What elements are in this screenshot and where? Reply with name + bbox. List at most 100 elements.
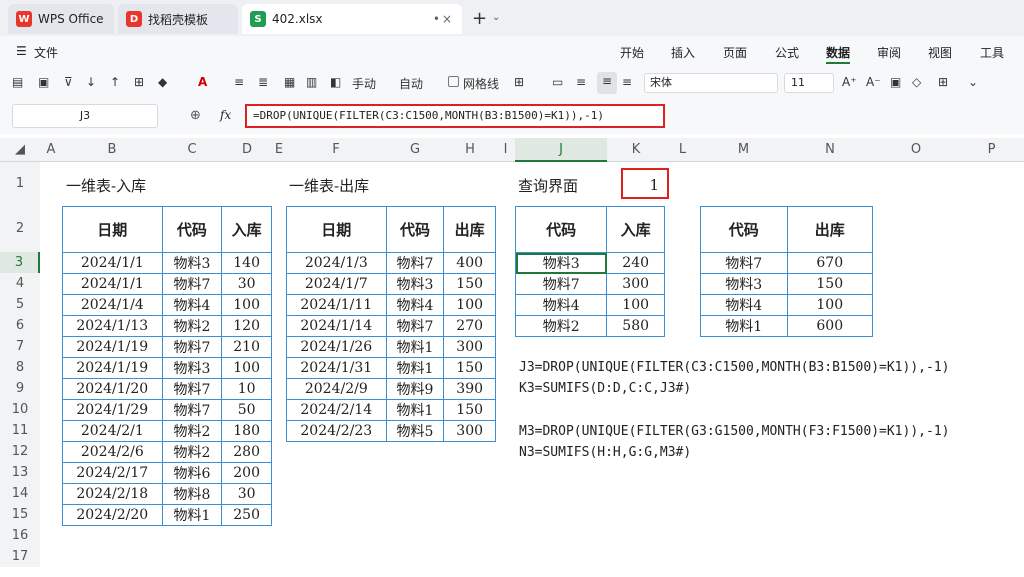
cell-qty[interactable]: 10	[221, 378, 272, 400]
column-header-b[interactable]: B	[62, 138, 162, 162]
font-family-select[interactable]: 宋体	[644, 73, 778, 93]
cell-code[interactable]: 物料4	[700, 294, 788, 316]
manual-button[interactable]: 手动	[352, 75, 376, 92]
new-tab-icon[interactable]: +	[472, 8, 487, 29]
cell-code[interactable]: 物料7	[161, 399, 223, 421]
cell-qty[interactable]: 240	[606, 252, 665, 274]
cell-code[interactable]: 物料7	[700, 252, 788, 274]
column-header-f[interactable]: F	[286, 138, 386, 162]
row-header-10[interactable]: 10	[0, 399, 40, 420]
column-header-m[interactable]: M	[700, 138, 787, 162]
text-direction-icon[interactable]: ▭	[552, 75, 563, 89]
cell-qty[interactable]: 140	[221, 252, 272, 274]
active-cell-j3[interactable]: 物料3	[514, 252, 608, 274]
cell-date[interactable]: 2024/2/18	[62, 483, 163, 505]
align-left-icon[interactable]: ≡	[576, 75, 586, 89]
out-header-date[interactable]: 日期	[286, 206, 387, 253]
row-header-14[interactable]: 14	[0, 483, 40, 504]
column-header-j[interactable]: J	[515, 138, 607, 162]
out-header-code[interactable]: 代码	[385, 206, 445, 253]
border-icon[interactable]: ⊞	[134, 75, 144, 89]
fx-icon[interactable]: fx	[220, 108, 231, 122]
align-icon[interactable]: ≣	[258, 75, 268, 89]
cell-code[interactable]: 物料3	[700, 273, 788, 295]
hamburger-icon[interactable]: ☰	[16, 44, 27, 58]
cell-date[interactable]: 2024/2/6	[62, 441, 163, 463]
row-header-4[interactable]: 4	[0, 273, 40, 294]
row-header-5[interactable]: 5	[0, 294, 40, 315]
align-right-icon[interactable]: ≡	[622, 75, 632, 89]
cell-code[interactable]: 物料2	[514, 315, 608, 337]
cell-code[interactable]: 物料7	[161, 273, 223, 295]
row-header-3[interactable]: 3	[0, 252, 40, 273]
cell-date[interactable]: 2024/1/11	[286, 294, 387, 316]
column-header-a[interactable]: A	[40, 138, 62, 162]
column-header-o[interactable]: O	[873, 138, 959, 162]
tab-spreadsheet[interactable]: S 402.xlsx • ×	[242, 4, 462, 34]
cell-code[interactable]: 物料7	[385, 252, 445, 274]
menu-review[interactable]: 审阅	[877, 44, 901, 61]
zoom-search-icon[interactable]: ⊕	[190, 108, 201, 123]
query-in-header-qty[interactable]: 入库	[606, 206, 665, 253]
cell-code[interactable]: 物料7	[514, 273, 608, 295]
font-size-select[interactable]: 11	[784, 73, 834, 93]
query-out-header-code[interactable]: 代码	[700, 206, 788, 253]
cell-code[interactable]: 物料1	[385, 399, 445, 421]
menu-view[interactable]: 视图	[928, 44, 952, 61]
in-header-qty[interactable]: 入库	[221, 206, 272, 253]
row-header-2[interactable]: 2	[0, 206, 40, 252]
decrease-font-icon[interactable]: A⁻	[866, 75, 881, 89]
cell-qty[interactable]: 300	[606, 273, 665, 295]
column-header-h[interactable]: H	[444, 138, 496, 162]
cell-date[interactable]: 2024/1/19	[62, 336, 163, 358]
paste-icon[interactable]: ▣	[38, 75, 49, 89]
row-header-1[interactable]: 1	[0, 162, 40, 206]
tab-template[interactable]: D 找稻壳模板	[118, 4, 238, 34]
cell-qty[interactable]: 200	[221, 462, 272, 484]
cell-date[interactable]: 2024/1/19	[62, 357, 163, 379]
column-header-l[interactable]: L	[665, 138, 700, 162]
cell-date[interactable]: 2024/1/31	[286, 357, 387, 379]
fill-color-icon[interactable]: ◆	[158, 75, 167, 89]
format-painter-icon[interactable]: ▤	[12, 75, 23, 89]
query-in-header-code[interactable]: 代码	[514, 206, 608, 253]
menu-file[interactable]: 文件	[34, 44, 58, 61]
cell-date[interactable]: 2024/2/1	[62, 420, 163, 442]
cell-date[interactable]: 2024/1/20	[62, 378, 163, 400]
cell-qty[interactable]: 100	[443, 294, 496, 316]
menu-insert[interactable]: 插入	[671, 44, 695, 61]
cell-qty[interactable]: 400	[443, 252, 496, 274]
cell-code[interactable]: 物料4	[161, 294, 223, 316]
cell-code[interactable]: 物料4	[514, 294, 608, 316]
cell-qty[interactable]: 30	[221, 483, 272, 505]
menu-home[interactable]: 开始	[620, 44, 644, 61]
cell-qty[interactable]: 100	[606, 294, 665, 316]
formula-input[interactable]: =DROP(UNIQUE(FILTER(C3:C1500,MONTH(B3:B1…	[245, 104, 665, 128]
wrap-icon[interactable]: ≡	[234, 75, 244, 89]
menu-data[interactable]: 数据	[826, 44, 850, 61]
column-header-g[interactable]: G	[386, 138, 444, 162]
cell-qty[interactable]: 670	[786, 252, 874, 274]
filter-icon[interactable]: ⊽	[64, 75, 73, 89]
cell-date[interactable]: 2024/1/3	[286, 252, 387, 274]
cell-qty[interactable]: 150	[786, 273, 874, 295]
row-header-6[interactable]: 6	[0, 315, 40, 336]
gridlines-checkbox[interactable]	[448, 76, 459, 87]
cell-date[interactable]: 2024/1/1	[62, 273, 163, 295]
align-center-icon[interactable]: ≡	[597, 72, 617, 94]
cell-qty[interactable]: 600	[786, 315, 874, 337]
in-header-code[interactable]: 代码	[161, 206, 223, 253]
row-header-15[interactable]: 15	[0, 504, 40, 525]
chevron-down-icon[interactable]: ⌄	[968, 75, 978, 89]
cell-date[interactable]: 2024/1/29	[62, 399, 163, 421]
cell-code[interactable]: 物料1	[385, 336, 445, 358]
row-header-7[interactable]: 7	[0, 336, 40, 357]
cell-date[interactable]: 2024/1/4	[62, 294, 163, 316]
cell-code[interactable]: 物料9	[385, 378, 445, 400]
cell-date[interactable]: 2024/2/20	[62, 504, 163, 526]
cell-qty[interactable]: 30	[221, 273, 272, 295]
tab-wps-office[interactable]: W WPS Office	[8, 4, 114, 34]
cell-qty[interactable]: 300	[443, 420, 496, 442]
cell-date[interactable]: 2024/1/1	[62, 252, 163, 274]
cell-qty[interactable]: 120	[221, 315, 272, 337]
